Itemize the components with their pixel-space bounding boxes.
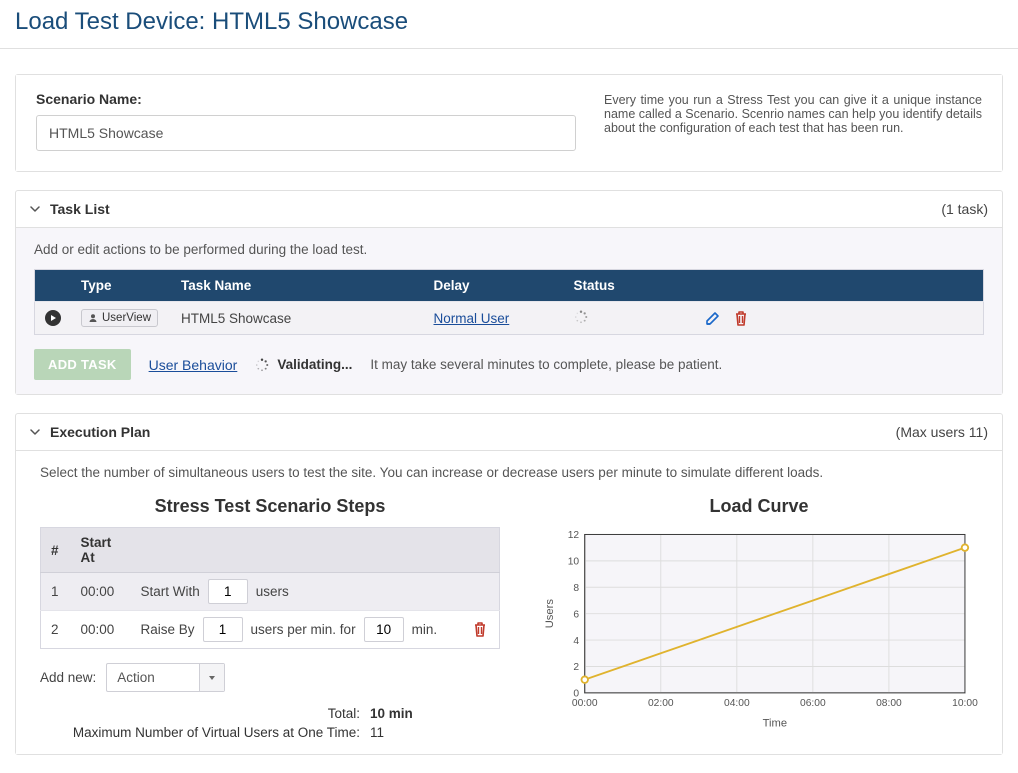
svg-text:12: 12 xyxy=(568,530,580,541)
svg-text:8: 8 xyxy=(573,583,579,594)
add-task-button[interactable]: ADD TASK xyxy=(34,349,131,380)
play-icon[interactable] xyxy=(45,310,61,326)
validating-text: Validating... xyxy=(277,357,352,372)
execution-plan-meta: (Max users 11) xyxy=(896,424,988,440)
step-num: 2 xyxy=(41,611,71,649)
task-col-status: Status xyxy=(564,270,694,302)
task-type-badge-label: UserView xyxy=(102,312,151,324)
edit-icon[interactable] xyxy=(704,309,722,327)
execution-plan-panel: Execution Plan (Max users 11) Select the… xyxy=(15,413,1003,755)
scenario-help-text: Every time you run a Stress Test you can… xyxy=(604,91,982,135)
svg-text:2: 2 xyxy=(573,662,579,673)
trash-icon[interactable] xyxy=(471,620,489,638)
task-name-cell: HTML5 Showcase xyxy=(171,302,424,335)
task-row: UserView HTML5 Showcase Normal User xyxy=(35,302,984,335)
add-new-select-label: Action xyxy=(107,664,199,691)
step-startat: 00:00 xyxy=(71,611,131,649)
task-list-title: Task List xyxy=(50,201,110,217)
task-col-name: Task Name xyxy=(171,270,424,302)
scenario-name-input[interactable] xyxy=(36,115,576,151)
step-row: 1 00:00 Start With users xyxy=(41,573,500,611)
total-label: Total: xyxy=(40,706,360,721)
svg-text:00:00: 00:00 xyxy=(572,698,598,709)
svg-text:08:00: 08:00 xyxy=(876,698,902,709)
start-with-input[interactable] xyxy=(208,579,248,604)
svg-text:6: 6 xyxy=(573,609,579,620)
step-suffix: min. xyxy=(412,622,438,637)
total-value: 10 min xyxy=(370,706,413,721)
chart-title: Load Curve xyxy=(540,496,978,517)
add-new-label: Add new: xyxy=(40,670,96,685)
steps-title: Stress Test Scenario Steps xyxy=(40,496,500,517)
svg-text:10: 10 xyxy=(568,557,580,568)
step-startat: 00:00 xyxy=(71,573,131,611)
step-mid: users per min. for xyxy=(251,622,356,637)
trash-icon[interactable] xyxy=(732,309,750,327)
load-curve-chart: 02468101200:0002:0004:0006:0008:0010:00T… xyxy=(540,527,978,732)
task-list-meta: (1 task) xyxy=(941,201,988,217)
task-type-badge: UserView xyxy=(81,309,158,327)
scenario-panel: Scenario Name: Every time you run a Stre… xyxy=(15,74,1003,172)
step-suffix: users xyxy=(256,584,289,599)
svg-text:Users: Users xyxy=(544,599,556,629)
execution-plan-title: Execution Plan xyxy=(50,424,150,440)
chevron-down-icon xyxy=(30,427,40,437)
spinner-icon xyxy=(574,310,588,324)
task-table: Type Task Name Delay Status xyxy=(34,269,984,335)
step-row: 2 00:00 Raise By users per min. for min. xyxy=(41,611,500,649)
step-label: Start With xyxy=(141,584,200,599)
task-col-type: Type xyxy=(71,270,171,302)
steps-col-num: # xyxy=(41,528,71,573)
task-delay-link[interactable]: Normal User xyxy=(434,311,510,326)
steps-col-startat: Start At xyxy=(71,528,131,573)
page-title: Load Test Device: HTML5 Showcase xyxy=(15,8,1003,36)
steps-table: # Start At 1 00:00 xyxy=(40,527,500,649)
user-behavior-link[interactable]: User Behavior xyxy=(149,357,238,373)
svg-text:Time: Time xyxy=(763,717,787,729)
max-users-value: 11 xyxy=(370,725,384,740)
chevron-down-icon xyxy=(30,204,40,214)
patient-text: It may take several minutes to complete,… xyxy=(370,357,722,372)
spinner-icon xyxy=(255,358,269,372)
max-users-label: Maximum Number of Virtual Users at One T… xyxy=(40,725,360,740)
caret-down-icon xyxy=(199,664,224,691)
task-list-subtext: Add or edit actions to be performed duri… xyxy=(34,242,984,257)
execution-plan-subtext: Select the number of simultaneous users … xyxy=(40,465,978,480)
duration-input[interactable] xyxy=(364,617,404,642)
svg-text:02:00: 02:00 xyxy=(648,698,674,709)
add-new-select[interactable]: Action xyxy=(106,663,225,692)
task-list-panel: Task List (1 task) Add or edit actions t… xyxy=(15,190,1003,395)
task-col-delay: Delay xyxy=(424,270,564,302)
execution-plan-header[interactable]: Execution Plan (Max users 11) xyxy=(16,414,1002,451)
raise-by-input[interactable] xyxy=(203,617,243,642)
svg-text:4: 4 xyxy=(573,636,579,647)
task-list-header[interactable]: Task List (1 task) xyxy=(16,191,1002,228)
step-num: 1 xyxy=(41,573,71,611)
svg-text:10:00: 10:00 xyxy=(952,698,978,709)
step-label: Raise By xyxy=(141,622,195,637)
scenario-label: Scenario Name: xyxy=(36,91,576,107)
svg-text:04:00: 04:00 xyxy=(724,698,750,709)
svg-text:06:00: 06:00 xyxy=(800,698,826,709)
